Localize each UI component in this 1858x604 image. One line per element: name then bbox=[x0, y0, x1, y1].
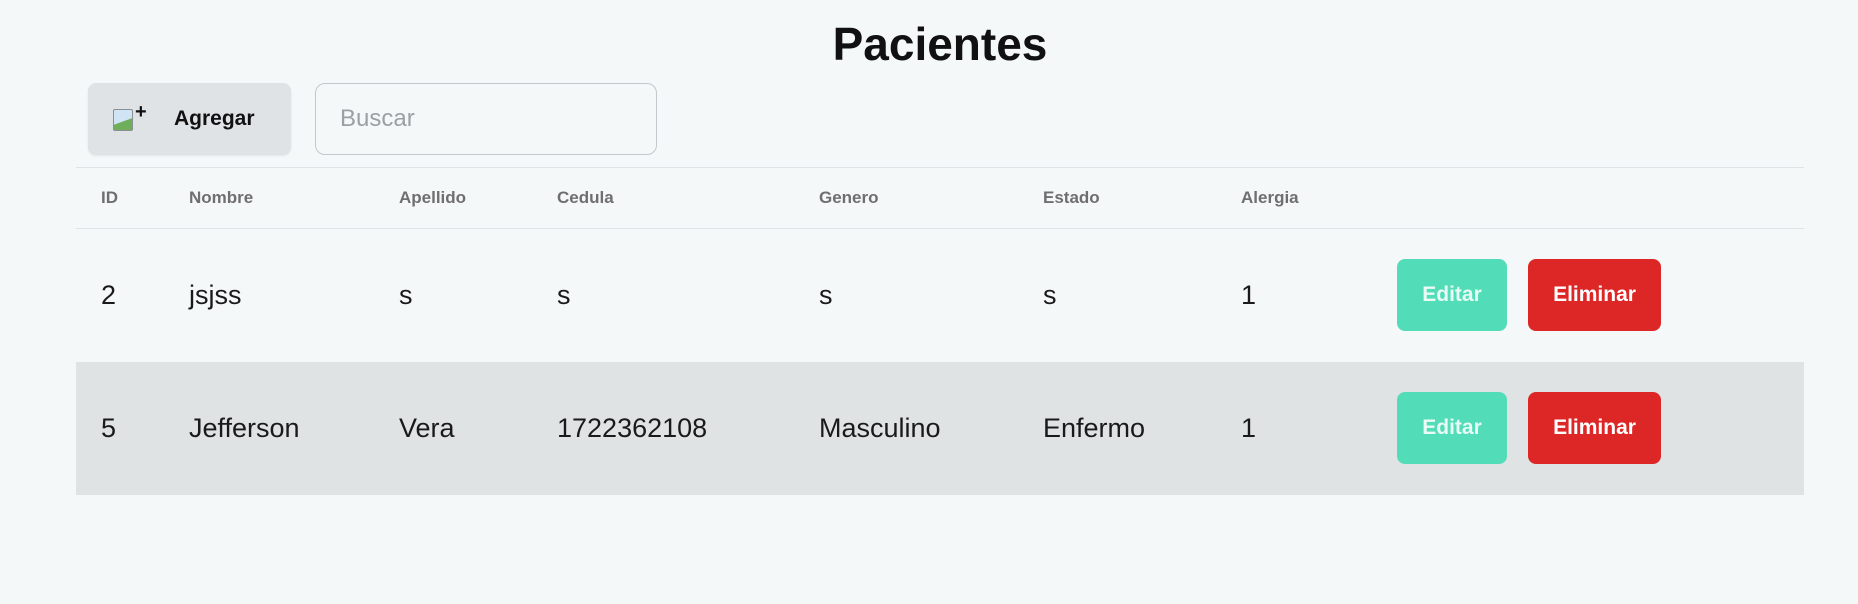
cell-cedula: 1722362108 bbox=[557, 412, 708, 443]
cell-alergia: 1 bbox=[1241, 412, 1257, 443]
cell-apellido: s bbox=[399, 279, 413, 310]
cell-nombre: Jefferson bbox=[189, 412, 300, 443]
column-header-apellido[interactable]: Apellido bbox=[374, 168, 532, 229]
table-row: 5 Jefferson Vera 1722362108 Masculino En… bbox=[76, 361, 1804, 495]
delete-button[interactable]: Eliminar bbox=[1528, 259, 1661, 332]
table-body: 2 jsjss s s s s 1 Editar Eliminar 5 Jeffe… bbox=[76, 229, 1804, 495]
add-button[interactable]: + Agregar bbox=[88, 83, 291, 155]
plus-icon: + bbox=[135, 101, 147, 123]
cell-genero: Masculino bbox=[819, 412, 941, 443]
table-header: ID Nombre Apellido Cedula Genero Estado … bbox=[76, 167, 1804, 229]
column-header-cedula[interactable]: Cedula bbox=[532, 168, 794, 229]
cell-genero: s bbox=[819, 279, 833, 310]
edit-button[interactable]: Editar bbox=[1397, 392, 1507, 464]
cell-apellido: Vera bbox=[399, 412, 455, 443]
page-title: Pacientes bbox=[832, 18, 1048, 70]
column-header-nombre[interactable]: Nombre bbox=[164, 168, 374, 229]
toolbar: + Agregar bbox=[88, 83, 657, 155]
header-row: ID Nombre Apellido Cedula Genero Estado … bbox=[76, 167, 1804, 229]
column-header-id[interactable]: ID bbox=[76, 168, 164, 229]
column-header-alergia[interactable]: Alergia bbox=[1216, 168, 1372, 229]
cell-nombre: jsjss bbox=[189, 279, 242, 310]
cell-cedula: s bbox=[557, 279, 571, 310]
patients-table: ID Nombre Apellido Cedula Genero Estado … bbox=[76, 167, 1804, 495]
broken-image-icon bbox=[113, 109, 133, 131]
add-icon: + bbox=[113, 101, 149, 131]
edit-button[interactable]: Editar bbox=[1397, 259, 1507, 332]
add-button-label: Agregar bbox=[174, 107, 255, 130]
cell-id: 2 bbox=[101, 279, 117, 310]
patients-table-container: ID Nombre Apellido Cedula Genero Estado … bbox=[76, 167, 1804, 495]
cell-estado: Enfermo bbox=[1043, 412, 1146, 443]
table-row: 2 jsjss s s s s 1 Editar Eliminar bbox=[76, 229, 1804, 362]
cell-actions: Editar Eliminar bbox=[1372, 229, 1804, 362]
delete-button[interactable]: Eliminar bbox=[1528, 392, 1661, 464]
column-header-actions bbox=[1372, 168, 1804, 229]
search-input[interactable] bbox=[315, 83, 657, 155]
cell-id: 5 bbox=[101, 412, 117, 443]
cell-actions: Editar Eliminar bbox=[1372, 362, 1804, 495]
column-header-estado[interactable]: Estado bbox=[1018, 168, 1216, 229]
cell-alergia: 1 bbox=[1241, 279, 1257, 310]
column-header-genero[interactable]: Genero bbox=[794, 168, 1018, 229]
cell-estado: s bbox=[1043, 279, 1057, 310]
